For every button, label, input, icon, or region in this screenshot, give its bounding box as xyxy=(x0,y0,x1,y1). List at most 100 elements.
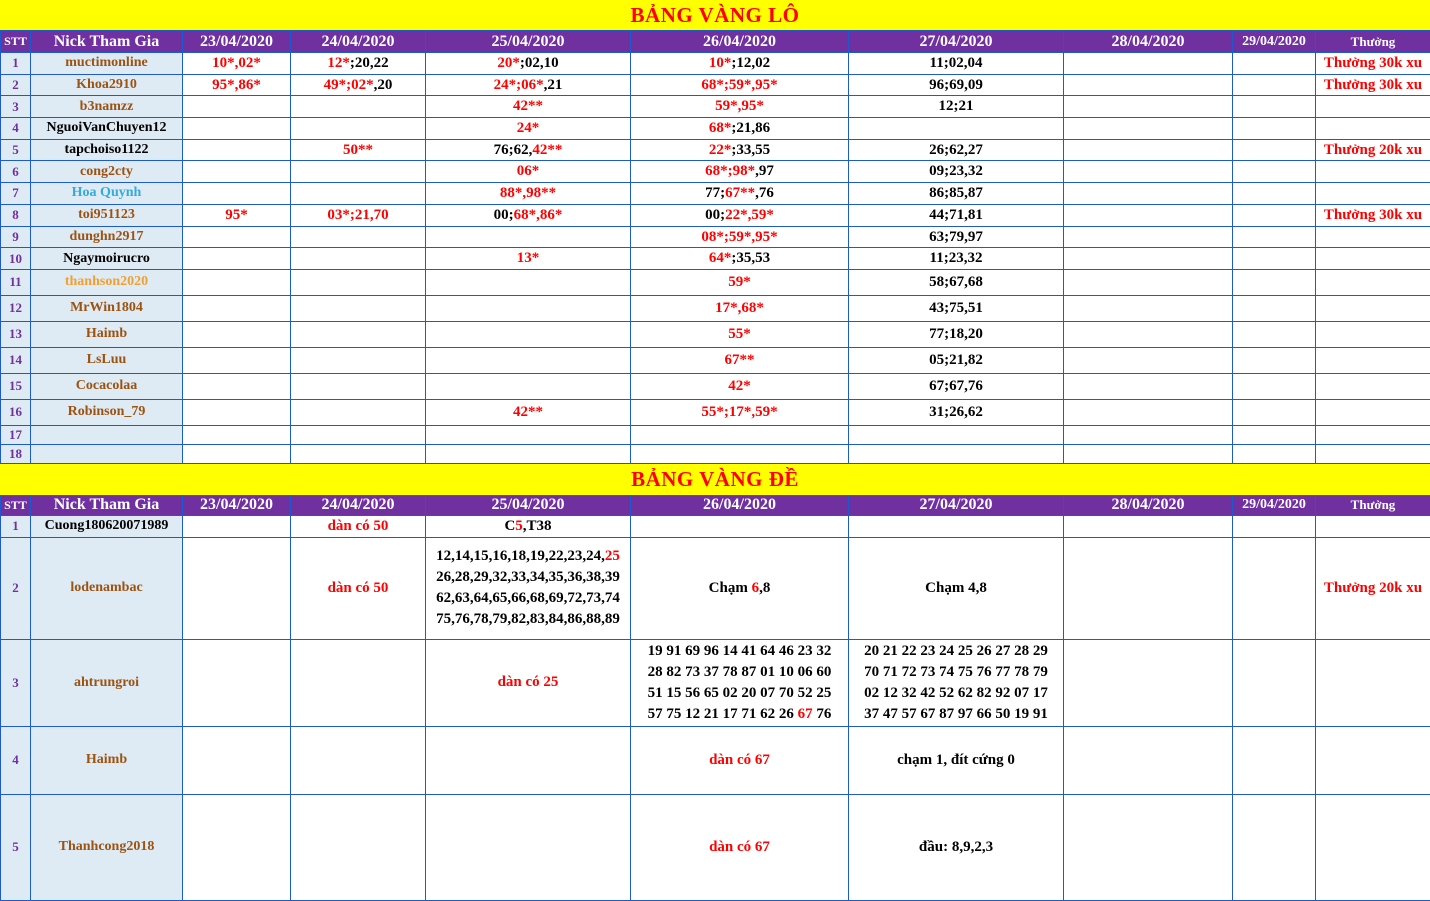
date-cell-28 xyxy=(1064,269,1233,295)
cell-segment: 12;21 xyxy=(939,98,974,114)
date-cell-25 xyxy=(426,373,631,399)
date-cell-28 xyxy=(1064,118,1233,140)
reward-cell xyxy=(1316,515,1430,537)
cell-segment: ,8 xyxy=(759,580,770,596)
date-cell-29 xyxy=(1233,139,1316,161)
date-cell-26: 19 91 69 96 14 41 64 46 23 3228 82 73 37… xyxy=(631,639,849,726)
stt-cell: 7 xyxy=(1,183,31,205)
date-cell-24 xyxy=(291,96,426,118)
reward-cell xyxy=(1316,118,1430,140)
date-cell-28 xyxy=(1064,639,1233,726)
date-cell-25 xyxy=(426,794,631,900)
column-header-thuong: Thưởng xyxy=(1316,31,1430,53)
cell-segment: 96;69,09 xyxy=(929,77,983,93)
cell-segment: 59*,95* xyxy=(715,98,764,114)
cell-segment: 67** xyxy=(725,352,755,368)
stt-cell: 3 xyxy=(1,639,31,726)
cell-segment: 26,28,29,32,33,34,35,36,38,39 xyxy=(436,569,620,585)
cell-line: 70 71 72 73 74 75 76 77 78 79 xyxy=(849,662,1063,683)
cell-segment: 05;21,82 xyxy=(929,352,983,368)
cell-segment: 49*;02* xyxy=(324,77,374,93)
reward-cell: Thưởng 30k xu xyxy=(1316,74,1430,96)
cell-line: 77;67**,76 xyxy=(631,183,848,204)
cell-segment: 50** xyxy=(343,142,373,158)
date-cell-28 xyxy=(1064,373,1233,399)
cell-line: dàn có 67 xyxy=(631,750,848,771)
cell-line: 51 15 56 65 02 20 07 70 52 25 xyxy=(631,683,848,704)
cell-segment: Chạm 4,8 xyxy=(925,580,987,596)
table-row: 17 xyxy=(1,425,1430,444)
cell-segment: dàn có 25 xyxy=(498,674,559,690)
date-cell-24 xyxy=(291,373,426,399)
cell-segment: 11;02,04 xyxy=(930,55,983,71)
nick-cell: LsLuu xyxy=(31,347,183,373)
cell-line: 12,14,15,16,18,19,22,23,24,25 xyxy=(426,546,630,567)
nick-cell: muctimonline xyxy=(31,53,183,75)
reward-cell xyxy=(1316,96,1430,118)
date-cell-29 xyxy=(1233,74,1316,96)
date-cell-28 xyxy=(1064,204,1233,226)
column-header-nick: Nick Tham Gia xyxy=(31,495,183,515)
cell-line: 44;71,81 xyxy=(849,205,1063,226)
cell-segment: 42** xyxy=(532,142,562,158)
column-header-thuong: Thưởng xyxy=(1316,495,1430,515)
date-cell-27: 77;18,20 xyxy=(849,321,1064,347)
date-cell-26: 42* xyxy=(631,373,849,399)
cell-segment: 08*;59*,95* xyxy=(701,229,777,245)
cell-segment: dàn có 67 xyxy=(709,839,770,855)
cell-line: dàn có 50 xyxy=(291,578,425,599)
date-cell-26 xyxy=(631,425,849,444)
cell-segment: 17*,68* xyxy=(715,300,764,316)
date-cell-23 xyxy=(183,118,291,140)
stt-cell: 13 xyxy=(1,321,31,347)
date-cell-23 xyxy=(183,321,291,347)
date-cell-28 xyxy=(1064,425,1233,444)
stt-cell: 10 xyxy=(1,248,31,270)
date-cell-25 xyxy=(426,269,631,295)
cell-segment: chạm 1, đít cứng 0 xyxy=(897,752,1015,768)
date-cell-25: 42** xyxy=(426,96,631,118)
reward-cell xyxy=(1316,425,1430,444)
cell-line: 10*;12,02 xyxy=(631,53,848,74)
cell-segment: dàn có 67 xyxy=(709,752,770,768)
cell-line: 42* xyxy=(631,376,848,397)
cell-segment: 25 xyxy=(605,548,620,564)
date-cell-29 xyxy=(1233,399,1316,425)
date-cell-25: 76;62,42** xyxy=(426,139,631,161)
date-cell-25: dàn có 25 xyxy=(426,639,631,726)
cell-line: 00;68*,86* xyxy=(426,205,630,226)
column-header-c27: 27/04/2020 xyxy=(849,31,1064,53)
date-cell-28 xyxy=(1064,139,1233,161)
cell-segment: 5 xyxy=(515,518,523,534)
column-header-c28: 28/04/2020 xyxy=(1064,31,1233,53)
date-cell-29 xyxy=(1233,347,1316,373)
bang-vang-de-title: BẢNG VÀNG ĐỀ xyxy=(0,464,1430,495)
date-cell-24 xyxy=(291,226,426,248)
cell-segment: 22* xyxy=(709,142,732,158)
reward-cell xyxy=(1316,161,1430,183)
cell-segment: 09;23,32 xyxy=(929,163,983,179)
date-cell-29 xyxy=(1233,183,1316,205)
date-cell-28 xyxy=(1064,161,1233,183)
nick-cell: cong2cty xyxy=(31,161,183,183)
reward-cell xyxy=(1316,639,1430,726)
cell-segment: 24*;06* xyxy=(494,77,544,93)
date-cell-28 xyxy=(1064,515,1233,537)
cell-line: 75,76,78,79,82,83,84,86,88,89 xyxy=(426,609,630,630)
date-cell-24 xyxy=(291,726,426,794)
date-cell-28 xyxy=(1064,74,1233,96)
date-cell-23: 10*,02* xyxy=(183,53,291,75)
cell-segment: 24* xyxy=(517,120,540,136)
stt-cell: 1 xyxy=(1,515,31,537)
cell-line: 67;67,76 xyxy=(849,376,1063,397)
nick-cell: tapchoiso1122 xyxy=(31,139,183,161)
cell-segment: 43;75,51 xyxy=(929,300,983,316)
date-cell-24: 50** xyxy=(291,139,426,161)
date-cell-27: 20 21 22 23 24 25 26 27 28 2970 71 72 73… xyxy=(849,639,1064,726)
date-cell-28 xyxy=(1064,444,1233,463)
cell-line: 31;26,62 xyxy=(849,402,1063,423)
cell-segment: 10*,02* xyxy=(212,55,261,71)
table-row: 2lodenambacdàn có 5012,14,15,16,18,19,22… xyxy=(1,537,1430,639)
cell-segment: 37 47 57 67 87 97 66 50 19 91 xyxy=(864,706,1048,722)
cell-line: 57 75 12 21 17 71 62 26 67 76 xyxy=(631,704,848,725)
